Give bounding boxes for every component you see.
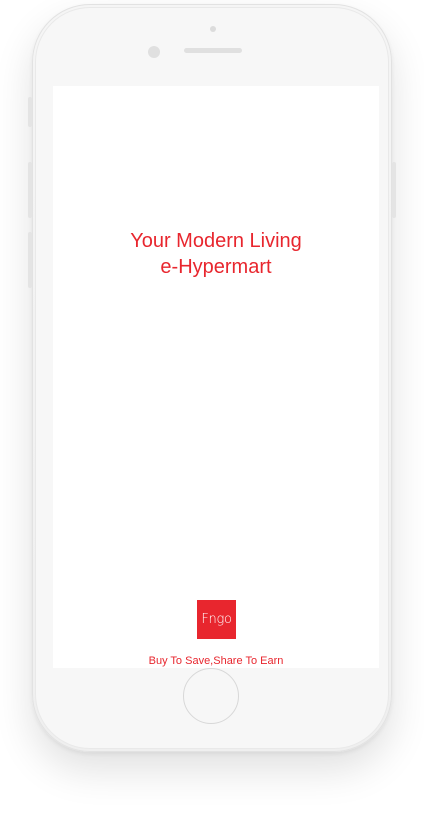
earpiece-speaker-icon [184, 48, 242, 53]
app-logo: Fngo [197, 600, 236, 639]
logo-text: Fngo [201, 612, 232, 627]
slogan-text: Buy To Save,Share To Earn [148, 655, 284, 667]
power-button [392, 162, 396, 218]
proximity-sensor-icon [210, 26, 216, 32]
volume-up-button [28, 162, 32, 218]
volume-down-button [28, 232, 32, 288]
mute-switch [28, 97, 32, 127]
tagline-line-1: Your Modern Living [130, 230, 302, 252]
tagline: Your Modern Living e-Hypermart [53, 228, 379, 280]
home-button-icon[interactable] [183, 668, 239, 724]
splash-screen: Your Modern Living e-Hypermart Fngo Buy … [53, 86, 379, 668]
front-camera-icon [148, 46, 160, 58]
tagline-line-2: e-Hypermart [160, 256, 272, 278]
